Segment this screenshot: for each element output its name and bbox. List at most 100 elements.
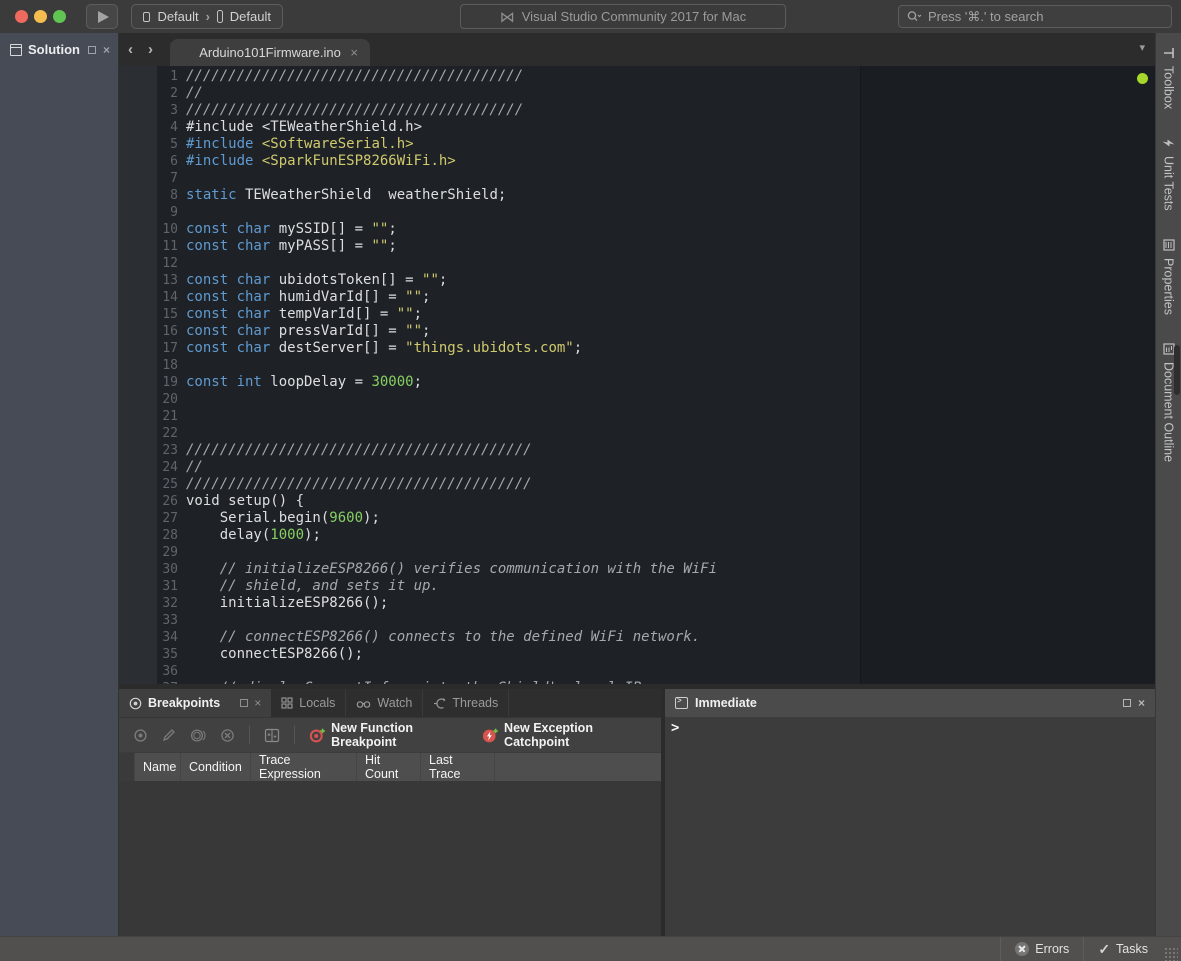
code-line[interactable]: 13const char ubidotsToken[] = ""; [119, 272, 1155, 289]
code-line[interactable]: 17const char destServer[] = "things.ubid… [119, 340, 1155, 357]
code-line[interactable]: 18 [119, 357, 1155, 374]
run-configuration-selector[interactable]: Default › Default [131, 4, 283, 29]
column-header-trace-expression[interactable]: Trace Expression [251, 753, 357, 781]
tab-breakpoints[interactable]: Breakpoints × [119, 689, 271, 717]
immediate-console-input[interactable]: > [665, 717, 1155, 936]
navigate-forward-icon[interactable]: › [148, 41, 153, 58]
dock-pad-button[interactable] [1123, 699, 1131, 707]
close-pad-button[interactable]: × [103, 46, 110, 54]
close-tab-icon[interactable]: × [350, 45, 358, 60]
edit-breakpoint-button[interactable] [162, 728, 176, 742]
tab-watch[interactable]: Watch [346, 689, 423, 717]
tab-list-dropdown-icon[interactable]: ▾ [1139, 41, 1145, 54]
code-line[interactable]: 11const char myPASS[] = ""; [119, 238, 1155, 255]
code-line[interactable]: 24// [119, 459, 1155, 476]
pad-tab-toolbox[interactable]: Toolbox [1162, 33, 1176, 123]
close-window-button[interactable] [15, 10, 28, 23]
search-input[interactable] [928, 9, 1163, 24]
quick-task-status-icon[interactable] [1137, 73, 1148, 84]
code-line[interactable]: 33 [119, 612, 1155, 629]
columns-options-button[interactable] [264, 728, 280, 743]
code-line[interactable]: 9 [119, 204, 1155, 221]
code-line[interactable]: 8static TEWeatherShield weatherShield; [119, 187, 1155, 204]
code-line[interactable]: 25//////////////////////////////////////… [119, 476, 1155, 493]
code-line[interactable]: 14const char humidVarId[] = ""; [119, 289, 1155, 306]
dock-pad-button[interactable] [240, 699, 248, 707]
code-line[interactable]: 6#include <SparkFunESP8266WiFi.h> [119, 153, 1155, 170]
code-line[interactable]: 29 [119, 544, 1155, 561]
navigate-back-icon[interactable]: ‹ [128, 41, 133, 58]
code-line[interactable]: 19const int loopDelay = 30000; [119, 374, 1155, 391]
breakpoints-list[interactable] [119, 781, 661, 936]
chevron-right-icon: › [206, 9, 210, 24]
code-line[interactable]: 5#include <SoftwareSerial.h> [119, 136, 1155, 153]
code-line[interactable]: 4#include <TEWeatherShield.h> [119, 119, 1155, 136]
minimize-window-button[interactable] [34, 10, 47, 23]
code-editor[interactable]: 1///////////////////////////////////////… [119, 66, 1155, 684]
line-number: 30 [119, 561, 186, 578]
close-pad-button[interactable]: × [254, 699, 261, 707]
scrollbar-thumb[interactable] [1174, 345, 1180, 395]
code-line[interactable]: 22 [119, 425, 1155, 442]
errors-button[interactable]: Errors [1001, 937, 1083, 961]
main-toolbar: Default › Default ⋈ Visual Studio Commun… [0, 0, 1181, 33]
column-header-hit-count[interactable]: Hit Count [357, 753, 421, 781]
code-line[interactable]: 27 Serial.begin(9600); [119, 510, 1155, 527]
code-line[interactable]: 21 [119, 408, 1155, 425]
line-number: 28 [119, 527, 186, 544]
code-line[interactable]: 16const char pressVarId[] = ""; [119, 323, 1155, 340]
solution-icon [10, 44, 22, 56]
remove-breakpoint-button[interactable] [220, 728, 235, 743]
pad-tab-unit-tests[interactable]: Unit Tests [1162, 123, 1176, 225]
document-tab[interactable]: Arduino101Firmware.ino × [170, 39, 370, 66]
code-line[interactable]: 28 delay(1000); [119, 527, 1155, 544]
column-header-last-trace[interactable]: Last Trace [421, 753, 495, 781]
right-dock-strip: Toolbox Unit Tests Properties [1155, 33, 1181, 936]
immediate-pad: Immediate × > [665, 689, 1155, 936]
line-number: 34 [119, 629, 186, 646]
immediate-prompt: > [671, 720, 679, 736]
line-number: 13 [119, 272, 186, 289]
code-line[interactable]: 32 initializeESP8266(); [119, 595, 1155, 612]
column-header-lead [119, 753, 135, 781]
tasks-button[interactable]: ✓ Tasks [1084, 937, 1162, 961]
line-number: 32 [119, 595, 186, 612]
column-header-name[interactable]: Name [135, 753, 181, 781]
line-number: 27 [119, 510, 186, 527]
code-line[interactable]: 35 connectESP8266(); [119, 646, 1155, 663]
new-function-breakpoint-button[interactable]: New Function Breakpoint [309, 721, 468, 749]
global-search-box[interactable] [898, 5, 1172, 28]
toggle-breakpoint-button[interactable] [190, 728, 206, 743]
tab-threads[interactable]: Threads [423, 689, 509, 717]
code-line[interactable]: 34 // connectESP8266() connects to the d… [119, 629, 1155, 646]
code-line[interactable]: 12 [119, 255, 1155, 272]
code-line[interactable]: 10const char mySSID[] = ""; [119, 221, 1155, 238]
code-line[interactable]: 1///////////////////////////////////////… [119, 68, 1155, 85]
config-profile-label: Default [230, 9, 271, 24]
code-line[interactable]: 3///////////////////////////////////////… [119, 102, 1155, 119]
new-exception-catchpoint-button[interactable]: New Exception Catchpoint [482, 721, 647, 749]
code-line[interactable]: 20 [119, 391, 1155, 408]
line-number: 14 [119, 289, 186, 306]
dock-pad-button[interactable] [88, 46, 96, 54]
new-breakpoint-button[interactable] [133, 728, 148, 743]
column-header-condition[interactable]: Condition [181, 753, 251, 781]
resize-grip[interactable] [1164, 947, 1178, 961]
code-line[interactable]: 15const char tempVarId[] = ""; [119, 306, 1155, 323]
code-line[interactable]: 2// [119, 85, 1155, 102]
code-line[interactable]: 36 [119, 663, 1155, 680]
code-line[interactable]: 31 // shield, and sets it up. [119, 578, 1155, 595]
play-icon [98, 11, 109, 23]
zoom-window-button[interactable] [53, 10, 66, 23]
tab-locals[interactable]: Locals [271, 689, 346, 717]
code-line[interactable]: 23//////////////////////////////////////… [119, 442, 1155, 459]
close-pad-button[interactable]: × [1138, 699, 1145, 707]
code-line[interactable]: 7 [119, 170, 1155, 187]
breakpoints-icon [129, 697, 142, 710]
tab-label: Threads [452, 696, 498, 710]
pad-tab-properties[interactable]: Properties [1162, 225, 1176, 329]
code-line[interactable]: 30 // initializeESP8266() verifies commu… [119, 561, 1155, 578]
run-button[interactable] [86, 4, 118, 29]
code-line[interactable]: 26void setup() { [119, 493, 1155, 510]
tasks-label: Tasks [1116, 942, 1148, 956]
